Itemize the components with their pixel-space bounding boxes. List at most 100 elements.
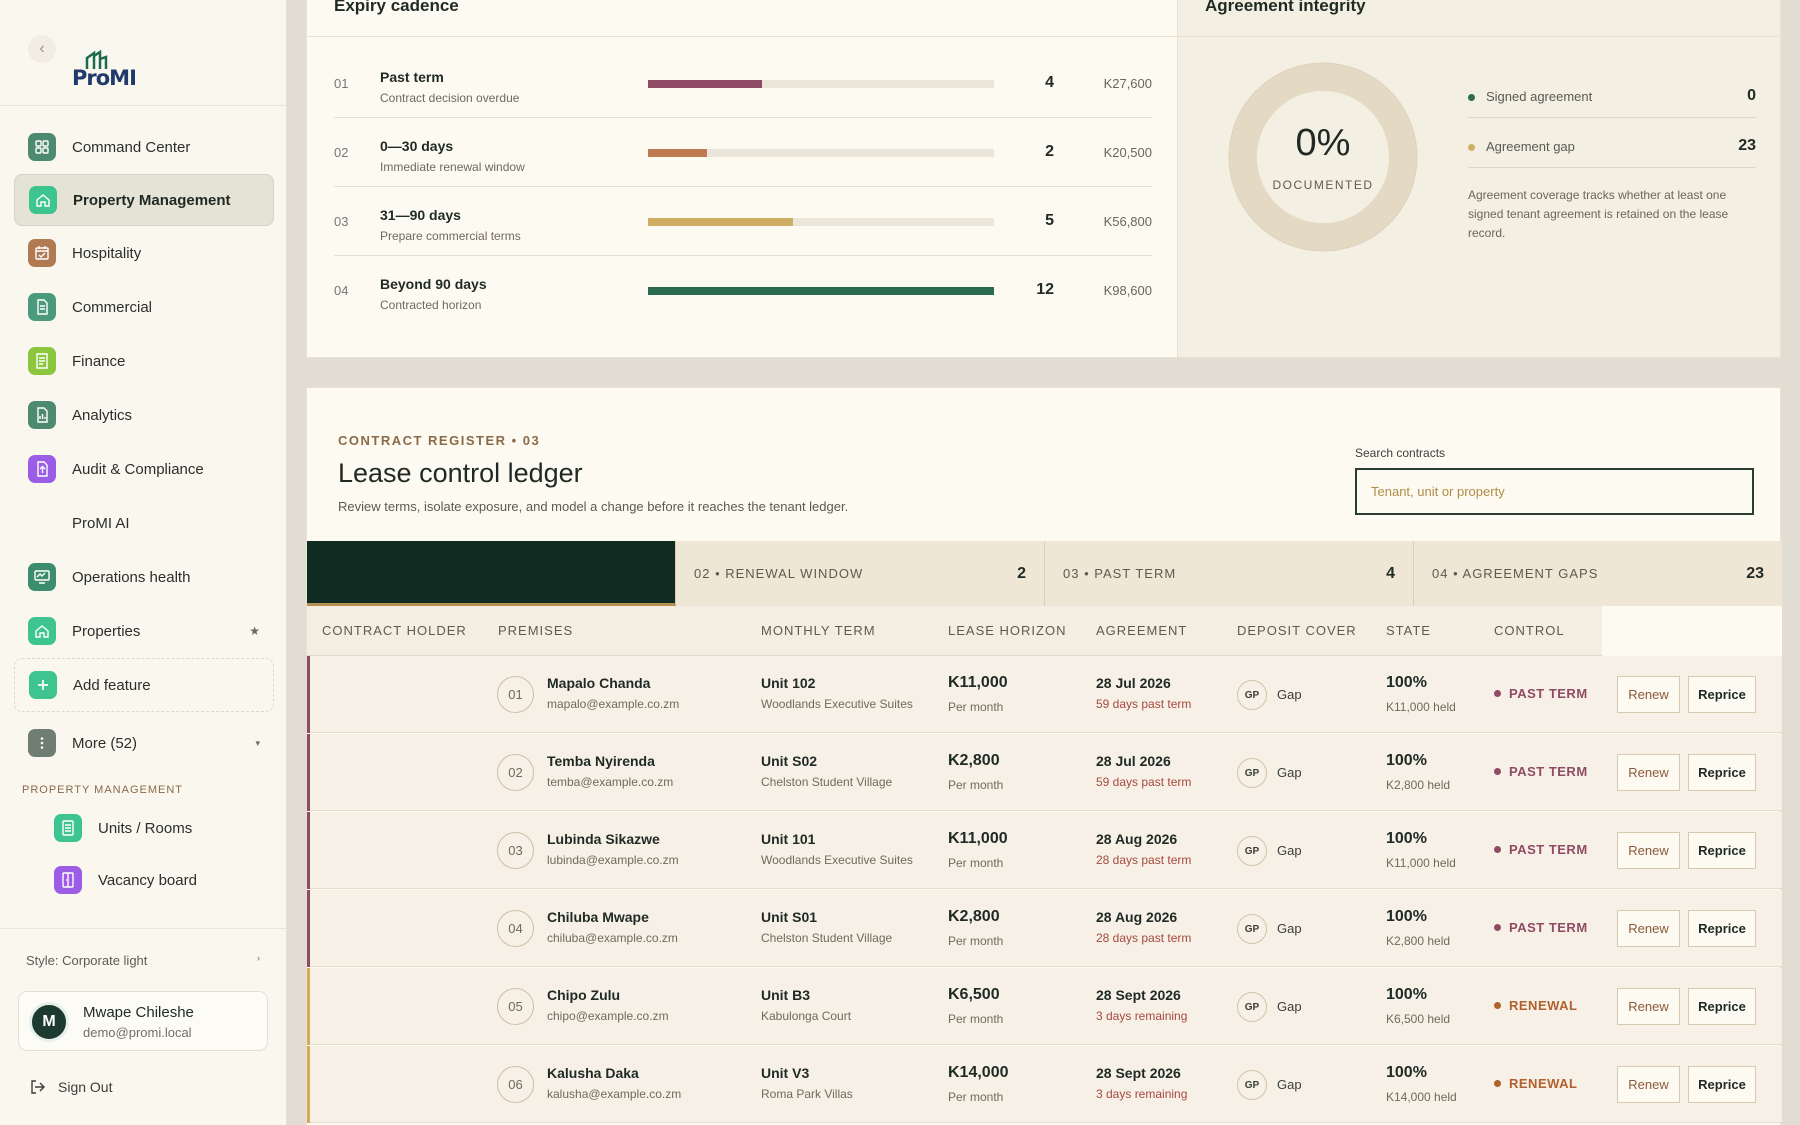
monthly-period: Per month [948,934,1004,948]
expiry-title: 31—90 days [380,207,461,223]
expiry-row: 03 31—90 days Prepare commercial terms 5 K56… [334,188,1152,256]
tab-filter-4[interactable]: 04 • AGREEMENT GAPS 23 [1414,541,1782,606]
column-header-deposit-cover[interactable]: DEPOSIT COVER [1237,623,1357,638]
tab-filter-2[interactable]: 02 • RENEWAL WINDOW 2 [676,541,1045,606]
tab-label: 03 • PAST TERM [1063,566,1177,581]
row-number: 01 [497,676,534,713]
sidebar-item-hospitality[interactable]: Hospitality [14,226,274,280]
tab-filter-1[interactable] [307,541,676,606]
renew-button[interactable]: Renew [1617,1066,1680,1103]
sidebar-item-label: Commercial [72,298,153,316]
search-label: Search contracts [1355,446,1446,460]
column-header-premises[interactable]: PREMISES [498,623,573,638]
renew-button[interactable]: Renew [1617,988,1680,1025]
reprice-button[interactable]: Reprice [1688,910,1756,947]
tenant-email: chiluba@example.co.zm [547,931,678,945]
agreement-badge: GP [1237,758,1267,788]
renew-button[interactable]: Renew [1617,754,1680,791]
coverage-note: Agreement coverage tracks whether at lea… [1468,188,1729,240]
renew-button[interactable]: Renew [1617,676,1680,713]
add-feature-button[interactable]: Add feature [14,658,274,712]
state-dot [1494,768,1501,775]
expiry-progress-fill [648,218,794,226]
reprice-button[interactable]: Reprice [1688,832,1756,869]
monthly-period: Per month [948,1012,1004,1026]
column-header-state[interactable]: STATE [1386,623,1431,638]
sidebar-item-audit-compliance[interactable]: Audit & Compliance [14,442,274,496]
legend-name: Agreement gap [1486,139,1575,154]
style-selector[interactable]: Style: Corporate light › [26,953,260,968]
renew-button[interactable]: Renew [1617,910,1680,947]
sidebar-item-command-center[interactable]: Command Center [14,120,274,174]
caret-down-icon: ▾ [255,737,260,748]
deposit-percent: 100% [1386,752,1427,769]
table-row[interactable]: 03 Lubinda Sikazwe lubinda@example.co.zm Un… [307,812,1782,889]
legend-dot [1468,144,1475,151]
collapse-sidebar-button[interactable]: ‹ [28,35,56,63]
legend-item: Agreement gap 23 [1468,118,1756,168]
column-header-monthly-term[interactable]: MONTHLY TERM [761,623,876,638]
reprice-button[interactable]: Reprice [1688,676,1756,713]
more-menu-button[interactable]: More (52) ▾ [14,716,274,770]
sidebar: ‹ ProMI Command Center Property Managemen… [0,0,287,1125]
deposit-held: K14,000 held [1386,1090,1457,1104]
sign-out-button[interactable]: Sign Out [30,1079,112,1095]
table-row[interactable]: 02 Temba Nyirenda temba@example.co.zm Unit … [307,734,1782,811]
table-row[interactable]: 05 Chipo Zulu chipo@example.co.zm Unit B3 Ka… [307,968,1782,1045]
reprice-button[interactable]: Reprice [1688,988,1756,1025]
lease-control-ledger: CONTRACT REGISTER • 03 Lease control led… [306,387,1782,1125]
reprice-button[interactable]: Reprice [1688,754,1756,791]
star-icon[interactable]: ★ [249,624,260,638]
row-accent-bar [307,968,310,1045]
agreement-status: Gap [1277,765,1302,780]
table-row[interactable]: 04 Chiluba Mwape chiluba@example.co.zm Unit… [307,890,1782,967]
sign-out-label: Sign Out [58,1079,113,1095]
search-contracts-input[interactable] [1355,468,1754,515]
sidebar-item-commercial[interactable]: Commercial [14,280,274,334]
table-row[interactable]: 06 Kalusha Daka kalusha@example.co.zm Unit … [307,1046,1782,1123]
column-header-lease-horizon[interactable]: LEASE HORIZON [948,623,1066,638]
plus-icon [29,671,57,699]
expiry-value: K27,600 [1103,76,1152,91]
renew-button[interactable]: Renew [1617,832,1680,869]
state-badge: PAST TERM [1494,920,1588,935]
expiry-count: 12 [1036,281,1054,298]
tab-label: 04 • AGREEMENT GAPS [1432,566,1599,581]
document-icon [28,293,56,321]
sidebar-subitem-label: Vacancy board [98,871,197,889]
deposit-percent: 100% [1386,986,1427,1003]
monthly-amount: K11,000 [948,830,1008,847]
brand-logo[interactable]: ProMI [72,50,137,90]
sidebar-subitem-units-rooms[interactable]: Units / Rooms [14,802,274,854]
sidebar-item-label: Analytics [72,406,133,424]
state-dot [1494,1002,1501,1009]
header-filler [1602,606,1782,656]
sidebar-item-label: Audit & Compliance [72,460,204,478]
sidebar-item-operations-health[interactable]: Operations health [14,550,274,604]
tenant-name: Lubinda Sikazwe [547,831,660,847]
user-card[interactable]: M Mwape Chileshe demo@promi.local [18,991,268,1051]
sidebar-item-property-management[interactable]: Property Management [14,174,274,226]
column-header-control[interactable]: CONTROL [1494,623,1565,638]
column-header-agreement[interactable]: AGREEMENT [1096,623,1187,638]
sidebar-item-finance[interactable]: Finance [14,334,274,388]
monthly-amount: K11,000 [948,674,1008,691]
table-row[interactable]: 01 Mapalo Chanda mapalo@example.co.zm Unit … [307,656,1782,733]
reprice-button[interactable]: Reprice [1688,1066,1756,1103]
sidebar-subitem-vacancy-board[interactable]: Vacancy board [14,854,274,906]
sidebar-item-properties[interactable]: Properties ★ [14,604,274,658]
agreement-badge: GP [1237,680,1267,710]
sidebar-item-label: Command Center [72,138,191,156]
sidebar-item-analytics[interactable]: Analytics [14,388,274,442]
expiry-subtitle: Contracted horizon [380,298,482,312]
deposit-held: K11,000 held [1386,700,1456,714]
sidebar-item-promi-ai[interactable]: ProMI AI [14,496,274,550]
agreement-status: Gap [1277,999,1302,1014]
monthly-amount: K2,800 [948,752,1000,769]
tab-filter-3[interactable]: 03 • PAST TERM 4 [1045,541,1414,606]
lease-end-date: 28 Sept 2026 [1096,987,1181,1003]
column-header-contract-holder[interactable]: CONTRACT HOLDER [322,623,467,638]
deposit-percent: 100% [1386,830,1427,847]
state-label: PAST TERM [1509,920,1588,935]
premises-property: Chelston Student Village [761,775,893,789]
